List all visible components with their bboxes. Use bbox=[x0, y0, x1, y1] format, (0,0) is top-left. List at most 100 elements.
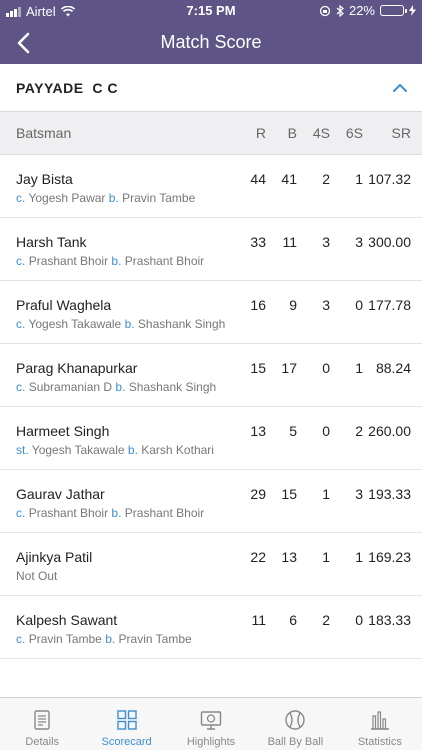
dismissal-type: c. bbox=[16, 506, 26, 520]
fours-value: 3 bbox=[322, 234, 330, 250]
tab-statistics[interactable]: Statistics bbox=[338, 698, 422, 750]
bowler-name: Shashank Singh bbox=[137, 317, 226, 331]
dismissal-info: c. Yogesh Pawar b. Pravin Tambe bbox=[16, 191, 195, 205]
fielder-name: Prashant Bhoir bbox=[28, 254, 109, 268]
page-title: Match Score bbox=[160, 32, 262, 52]
balls-value: 17 bbox=[281, 360, 297, 376]
header-sixes: 6S bbox=[345, 125, 363, 141]
tab-details-label: Details bbox=[25, 736, 60, 748]
battery-percent: 22% bbox=[348, 3, 375, 18]
dismissal-info: c. Pravin Tambe b. Pravin Tambe bbox=[16, 632, 192, 646]
sixes-value: 1 bbox=[355, 549, 363, 565]
dismissal-info: c. Prashant Bhoir b. Prashant Bhoir bbox=[16, 506, 204, 520]
batsman-row[interactable]: Gaurav Jathar c. Prashant Bhoir b. Prasha… bbox=[0, 470, 422, 533]
sixes-value: 1 bbox=[355, 171, 363, 187]
runs-value: 13 bbox=[250, 423, 266, 439]
dismissal-info: Not Out bbox=[16, 569, 57, 583]
batting-table-header: Batsman R B 4S 6S SR bbox=[0, 112, 422, 155]
dismissal-type: c. bbox=[16, 191, 26, 205]
chevron-up-icon[interactable] bbox=[390, 78, 410, 98]
tab-details[interactable]: Details bbox=[0, 698, 84, 750]
balls-value: 6 bbox=[289, 612, 297, 628]
sixes-value: 3 bbox=[355, 234, 363, 250]
bowled-by-label: b. bbox=[108, 191, 119, 205]
bowler-name: Karsh Kothari bbox=[141, 443, 214, 457]
dismissal-type: st. bbox=[16, 443, 29, 457]
nav-bar: Match Score bbox=[0, 22, 422, 64]
fours-value: 1 bbox=[322, 486, 330, 502]
strike-rate-value: 260.00 bbox=[368, 423, 411, 439]
tab-highlights[interactable]: Highlights bbox=[169, 698, 253, 750]
runs-value: 44 bbox=[250, 171, 266, 187]
fours-value: 3 bbox=[322, 297, 330, 313]
header-balls: B bbox=[287, 125, 297, 141]
bowled-by-label: b. bbox=[111, 254, 122, 268]
batting-list[interactable]: Jay Bista c. Yogesh Pawar b. Pravin Tambe… bbox=[0, 155, 422, 697]
dismissal-type: c. bbox=[16, 632, 26, 646]
batsman-name: Jay Bista bbox=[16, 171, 73, 187]
batsman-name: Ajinkya Patil bbox=[16, 549, 93, 565]
grid-icon bbox=[116, 710, 137, 730]
sixes-value: 2 bbox=[355, 423, 363, 439]
header-strike-rate: SR bbox=[391, 125, 411, 141]
batsman-name: Kalpesh Sawant bbox=[16, 612, 118, 628]
strike-rate-value: 183.33 bbox=[368, 612, 411, 628]
strike-rate-value: 193.33 bbox=[368, 486, 411, 502]
batsman-row[interactable]: Praful Waghela c. Yogesh Takawale b. Shas… bbox=[0, 281, 422, 344]
header-runs: R bbox=[255, 125, 266, 141]
team-innings-toggle[interactable]: PAYYADE C C bbox=[0, 64, 422, 112]
bowled-by-label: b. bbox=[111, 506, 122, 520]
batsman-row[interactable]: Parag Khanapurkar c. Subramanian D b. Sha… bbox=[0, 344, 422, 407]
bowler-name: Shashank Singh bbox=[128, 380, 217, 394]
dismissal-info: st. Yogesh Takawale b. Karsh Kothari bbox=[16, 443, 214, 457]
tab-ball-by-ball[interactable]: Ball By Ball bbox=[253, 698, 337, 750]
tv-icon bbox=[200, 711, 222, 730]
bowler-name: Prashant Bhoir bbox=[124, 506, 205, 520]
fours-value: 0 bbox=[322, 360, 330, 376]
batsman-name: Parag Khanapurkar bbox=[16, 360, 138, 376]
dismissal-info: c. Prashant Bhoir b. Prashant Bhoir bbox=[16, 254, 204, 268]
bowler-name: Pravin Tambe bbox=[122, 191, 196, 205]
runs-value: 11 bbox=[251, 612, 266, 628]
bowled-by-label: b. bbox=[105, 632, 116, 646]
strike-rate-value: 169.23 bbox=[368, 549, 411, 565]
batsman-row[interactable]: Kalpesh Sawant c. Pravin Tambe b. Pravin … bbox=[0, 596, 422, 659]
balls-value: 5 bbox=[289, 423, 297, 439]
batsman-row[interactable]: Harmeet Singh st. Yogesh Takawale b. Kars… bbox=[0, 407, 422, 470]
runs-value: 16 bbox=[250, 297, 266, 313]
team-name: PAYYADE C C bbox=[16, 80, 118, 96]
balls-value: 9 bbox=[289, 297, 297, 313]
batsman-row[interactable]: Ajinkya Patil Not Out 22 13 1 1 169.23 bbox=[0, 533, 422, 596]
batsman-name: Praful Waghela bbox=[16, 297, 112, 313]
runs-value: 33 bbox=[250, 234, 266, 250]
tab-scorecard-label: Scorecard bbox=[101, 736, 152, 748]
tab-highlights-label: Highlights bbox=[186, 736, 236, 748]
fielder-name: Prashant Bhoir bbox=[28, 506, 109, 520]
bowler-name: Prashant Bhoir bbox=[124, 254, 205, 268]
sixes-value: 0 bbox=[355, 297, 363, 313]
bowled-by-label: b. bbox=[115, 380, 126, 394]
batsman-name: Harmeet Singh bbox=[16, 423, 110, 439]
fielder-name: Yogesh Takawale bbox=[28, 317, 122, 331]
fielder-name: Yogesh Takawale bbox=[31, 443, 125, 457]
balls-value: 13 bbox=[281, 549, 297, 565]
tab-scorecard[interactable]: Scorecard bbox=[84, 698, 168, 750]
batsman-name: Gaurav Jathar bbox=[16, 486, 105, 502]
tab-ball-by-ball-label: Ball By Ball bbox=[267, 736, 324, 748]
fours-value: 1 bbox=[322, 549, 330, 565]
batsman-row[interactable]: Harsh Tank c. Prashant Bhoir b. Prashant … bbox=[0, 218, 422, 281]
balls-value: 41 bbox=[281, 171, 297, 187]
batsman-row[interactable]: Jay Bista c. Yogesh Pawar b. Pravin Tambe… bbox=[0, 155, 422, 218]
balls-value: 15 bbox=[281, 486, 297, 502]
bar-chart-icon bbox=[370, 711, 389, 730]
runs-value: 22 bbox=[250, 549, 266, 565]
runs-value: 15 bbox=[250, 360, 266, 376]
bluetooth-icon bbox=[336, 4, 344, 17]
fours-value: 2 bbox=[322, 171, 330, 187]
bowled-by-label: b. bbox=[127, 443, 138, 457]
tab-bar: Details Scorecard Highlights Ball By Bal… bbox=[0, 697, 422, 750]
fours-value: 0 bbox=[322, 423, 330, 439]
strike-rate-value: 300.00 bbox=[368, 234, 411, 250]
header-batsman: Batsman bbox=[16, 125, 72, 141]
battery-icon bbox=[380, 5, 407, 16]
